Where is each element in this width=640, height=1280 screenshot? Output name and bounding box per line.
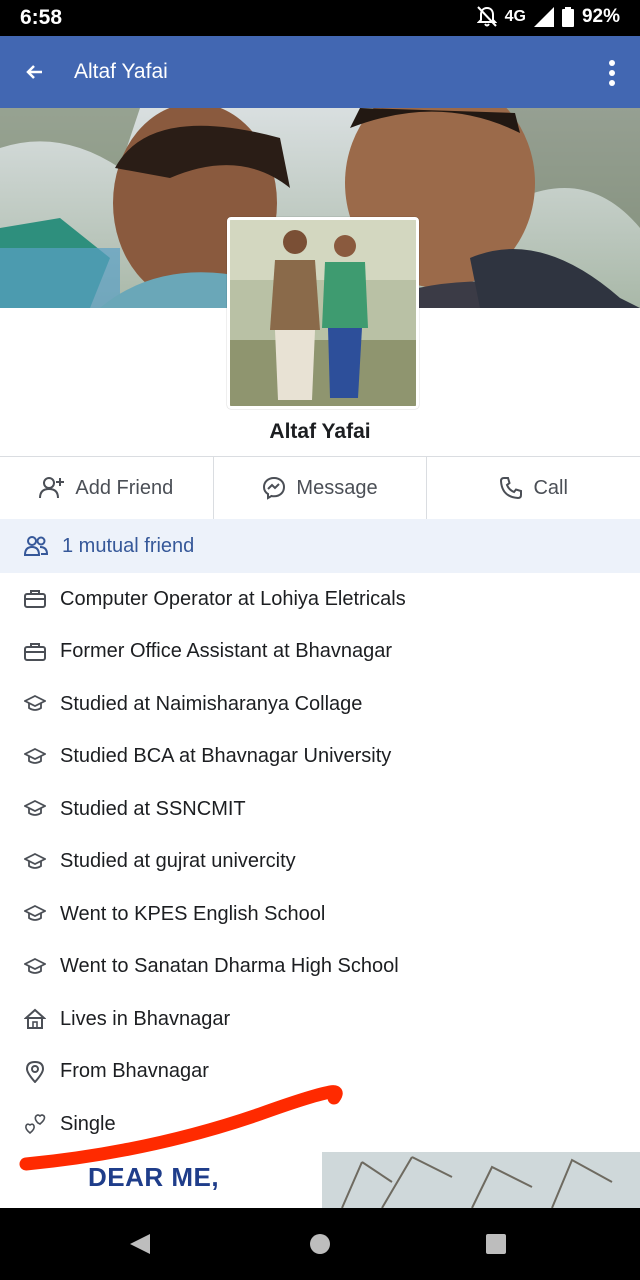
list-item[interactable]: Studied at SSNCMIT [0, 783, 640, 836]
info-text: Computer Operator at Lohiya Eletricals [60, 587, 406, 610]
network-type: 4G [504, 8, 526, 25]
arrow-left-icon[interactable] [22, 56, 50, 88]
profile-name: Altaf Yafai [269, 420, 371, 443]
list-item[interactable]: Studied at Naimisharanya Collage [0, 678, 640, 731]
info-text: Went to Sanatan Dharma High School [60, 955, 399, 978]
status-bar: 6:58 4G 92% [0, 0, 640, 36]
list-item[interactable]: Studied at gujrat univercity [0, 836, 640, 889]
people-icon [24, 536, 48, 556]
mutual-friends-label: 1 mutual friend [62, 534, 195, 557]
graduation-cap-icon [24, 905, 46, 922]
info-text: Former Office Assistant at Bhavnagar [60, 640, 393, 663]
list-item[interactable]: Computer Operator at Lohiya Eletricals [0, 573, 640, 626]
add-friend-label: Add Friend [75, 476, 174, 499]
more-vertical-icon[interactable] [608, 60, 616, 86]
call-button[interactable]: Call [427, 457, 640, 519]
status-time: 6:58 [20, 6, 63, 29]
profile-picture[interactable] [227, 217, 419, 409]
graduation-cap-icon [24, 695, 46, 712]
nav-home-icon[interactable] [308, 1232, 332, 1256]
message-button[interactable]: Message [214, 457, 428, 519]
info-text: From Bhavnagar [60, 1060, 209, 1083]
post-preview-text: DEAR ME, [0, 1152, 320, 1208]
post-preview[interactable]: DEAR ME, [0, 1152, 640, 1208]
nav-recents-icon[interactable] [484, 1232, 508, 1256]
info-text: Lives in Bhavnagar [60, 1007, 231, 1030]
messenger-icon [263, 476, 286, 500]
post-preview-photo [322, 1152, 640, 1208]
home-icon [24, 1008, 46, 1030]
profile-picture-image [230, 220, 416, 406]
signal-icon [533, 7, 554, 27]
post-preview-title: DEAR ME, [88, 1162, 220, 1192]
list-item[interactable]: Single [0, 1098, 640, 1151]
graduation-cap-icon [24, 957, 46, 974]
list-item[interactable]: Former Office Assistant at Bhavnagar [0, 626, 640, 679]
list-item[interactable]: Went to Sanatan Dharma High School [0, 941, 640, 994]
info-text: Studied at SSNCMIT [60, 797, 246, 820]
list-item[interactable]: Studied BCA at Bhavnagar University [0, 731, 640, 784]
location-pin-icon [25, 1060, 45, 1083]
battery-level: 92% [581, 6, 620, 27]
system-nav-bar [0, 1208, 640, 1280]
notifications-off-icon [476, 6, 497, 27]
mutual-friends-row[interactable]: 1 mutual friend [0, 519, 640, 573]
list-item[interactable]: From Bhavnagar [0, 1046, 640, 1099]
call-label: Call [533, 476, 568, 499]
graduation-cap-icon [24, 800, 46, 817]
graduation-cap-icon [24, 852, 46, 869]
phone-icon [500, 477, 523, 500]
graduation-cap-icon [24, 747, 46, 764]
hearts-icon [25, 1114, 46, 1135]
info-text: Studied at Naimisharanya Collage [60, 692, 363, 715]
info-text: Single [60, 1112, 116, 1135]
add-friend-button[interactable]: Add Friend [0, 457, 214, 519]
info-text: Studied at gujrat univercity [60, 850, 296, 873]
battery-icon [561, 7, 574, 27]
list-item[interactable]: Lives in Bhavnagar [0, 993, 640, 1046]
app-bar: Altaf Yafai [0, 36, 640, 108]
intro-list: Computer Operator at Lohiya Eletricals F… [0, 573, 640, 1151]
profile-actions: Add Friend Message Call [0, 456, 640, 520]
info-text: Studied BCA at Bhavnagar University [60, 745, 392, 768]
briefcase-icon [24, 590, 46, 609]
info-text: Went to KPES English School [60, 902, 326, 925]
list-item[interactable]: Went to KPES English School [0, 888, 640, 941]
briefcase-icon [24, 642, 46, 661]
page-title: Altaf Yafai [74, 60, 168, 83]
add-friend-icon [39, 477, 65, 499]
status-icons: 4G 92% [476, 6, 620, 28]
message-label: Message [296, 476, 378, 499]
nav-back-icon[interactable] [128, 1232, 152, 1256]
